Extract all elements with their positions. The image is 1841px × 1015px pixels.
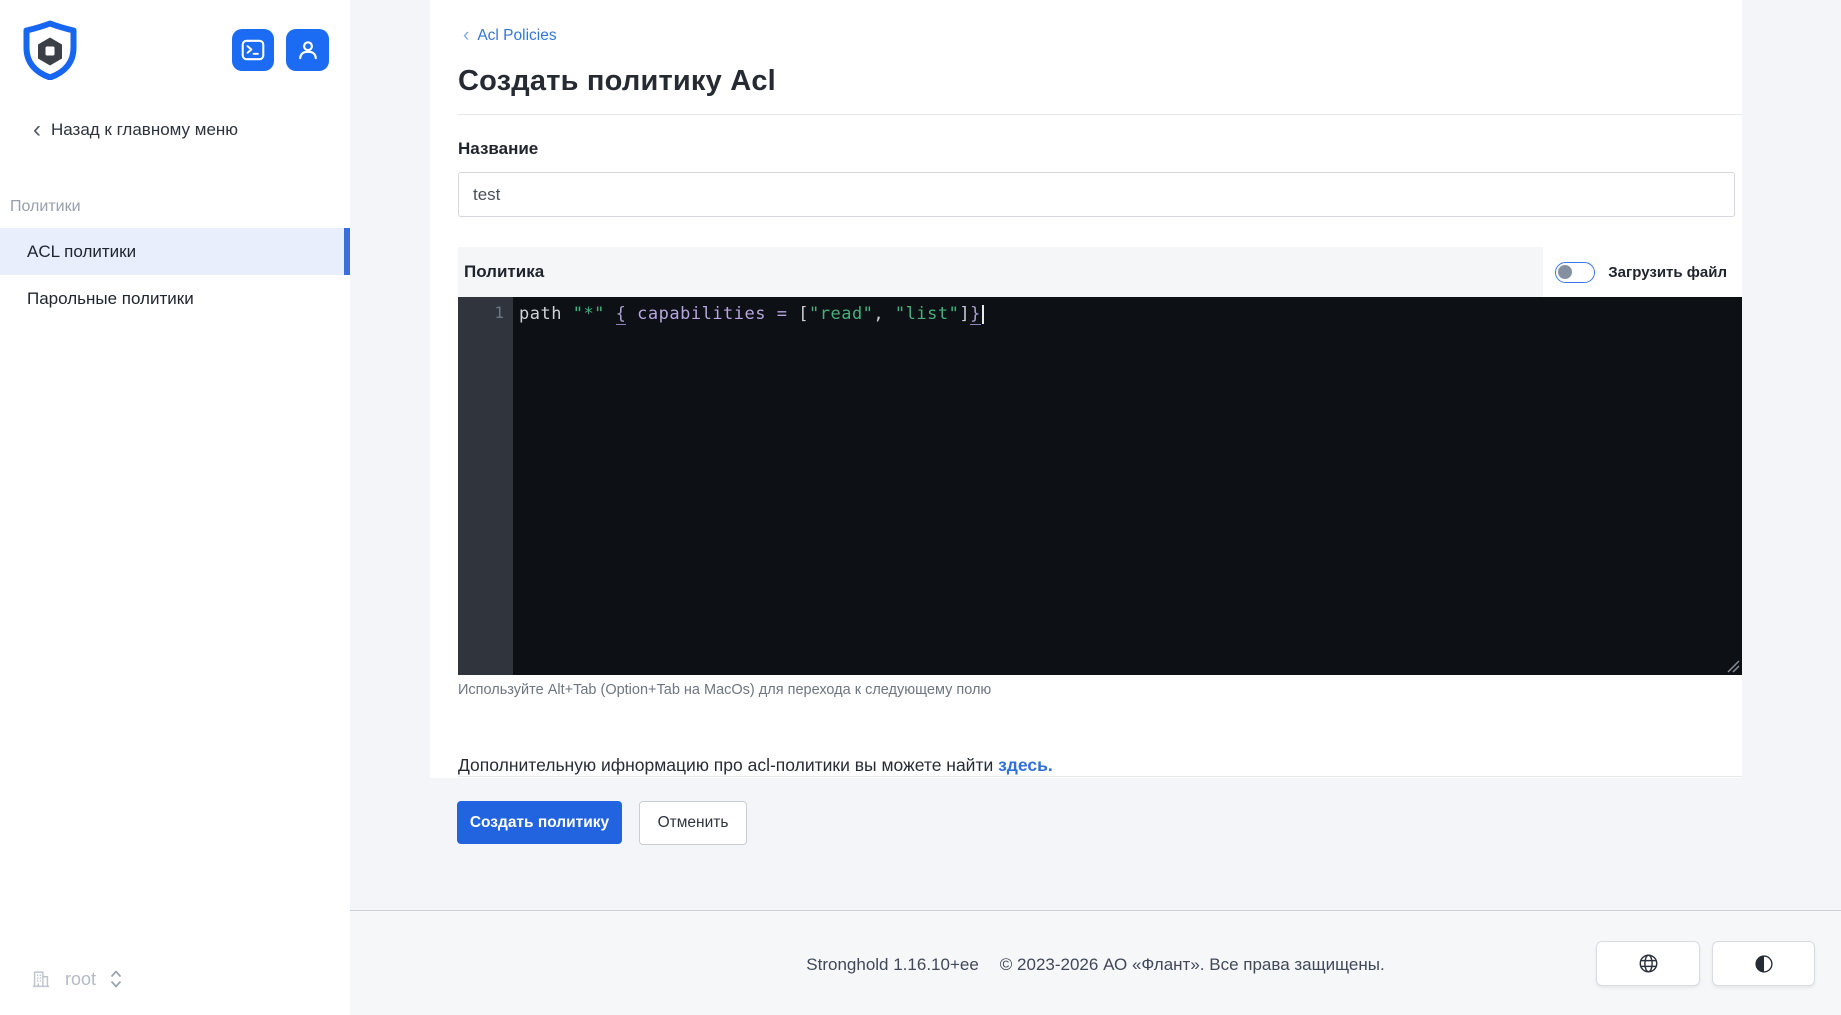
upload-file-toggle[interactable] <box>1555 261 1596 283</box>
footer-text: Stronghold 1.16.10+ee © 2023-2026 АО «Фла… <box>806 955 1384 975</box>
sidebar-item-password-policies[interactable]: Парольные политики <box>0 275 350 322</box>
nav-item-label: ACL политики <box>27 241 137 261</box>
code-token: , <box>873 304 885 324</box>
editor-resize-handle[interactable] <box>1727 660 1740 673</box>
code-token: = <box>776 304 788 324</box>
terminal-console-button[interactable] <box>232 29 274 71</box>
code-token: capabilities <box>637 304 766 324</box>
divider <box>458 776 1742 777</box>
create-policy-button[interactable]: Создать политику <box>457 801 622 844</box>
back-to-main-menu-link[interactable]: ‹ Назад к главному меню <box>33 116 239 143</box>
half-circle-contrast-icon <box>1754 954 1773 973</box>
chevron-left-icon: ‹ <box>33 116 41 143</box>
main-content: ‹ Acl Policies Создать политику Acl Назв… <box>350 0 1841 1015</box>
toggle-knob <box>1558 264 1573 279</box>
user-menu-button[interactable] <box>286 29 329 71</box>
breadcrumb: ‹ Acl Policies <box>463 25 557 46</box>
diagonal-resize-grip-icon <box>1727 660 1740 673</box>
language-button[interactable] <box>1596 941 1700 986</box>
cancel-button[interactable]: Отменить <box>639 801 747 845</box>
app-root: ‹ Назад к главному меню Политики ACL пол… <box>0 0 1841 1015</box>
breadcrumb-acl-policies-link[interactable]: Acl Policies <box>477 27 556 45</box>
code-token: path <box>519 304 562 324</box>
user-icon <box>298 41 317 60</box>
footer: Stronghold 1.16.10+ee © 2023-2026 АО «Фла… <box>350 910 1841 1015</box>
back-link-label: Назад к главному меню <box>51 120 239 139</box>
code-line-content: path "*" { capabilities = ["read", "list… <box>519 304 981 325</box>
code-token: "list" <box>894 304 960 324</box>
policy-section: Политика Загрузить файл 1 path "*" { cap… <box>458 247 1742 675</box>
code-token: } <box>970 304 981 325</box>
text-cursor <box>981 305 984 324</box>
chevron-left-icon: ‹ <box>463 25 470 46</box>
terminal-icon <box>241 39 265 61</box>
info-text: Дополнительную ифнормацию про acl-полити… <box>458 755 1053 776</box>
chevron-up-down-icon <box>111 970 121 988</box>
code-token: { <box>615 304 627 325</box>
code-token: "*" <box>572 304 605 324</box>
editor-hint-text: Используйте Alt+Tab (Option+Tab на MacOs… <box>458 682 992 698</box>
copyright-text: © 2023-2026 АО «Флант». Все права защище… <box>999 955 1385 974</box>
policy-editor-toolbar: Политика Загрузить файл <box>458 247 1742 297</box>
policy-code-editor: 1 path "*" { capabilities = ["read", "li… <box>458 297 1742 675</box>
globe-icon <box>1639 954 1657 973</box>
name-field-label: Название <box>458 139 539 158</box>
info-text-body: Дополнительную ифнормацию про acl-полити… <box>458 754 999 775</box>
namespace-label: root <box>65 968 97 989</box>
line-number: 1 <box>494 303 504 322</box>
code-token: ] <box>959 304 971 324</box>
sidebar: ‹ Назад к главному меню Политики ACL пол… <box>0 0 350 1015</box>
editor-gutter: 1 <box>458 297 513 675</box>
info-here-link[interactable]: здесь. <box>998 755 1053 775</box>
theme-contrast-button[interactable] <box>1712 941 1815 986</box>
nav-item-label: Парольные политики <box>27 288 194 308</box>
app-version: Stronghold 1.16.10+ee <box>806 955 979 974</box>
shield-hexagon-icon <box>23 20 77 81</box>
building-icon <box>32 971 50 988</box>
code-token: "read" <box>809 304 874 324</box>
policy-field-label: Политика <box>464 262 545 281</box>
form-card: ‹ Acl Policies Создать политику Acl Назв… <box>430 0 1742 778</box>
sidebar-item-acl-policies[interactable]: ACL политики <box>0 228 350 275</box>
nav-section-label: Политики <box>10 198 81 215</box>
divider <box>458 114 1742 115</box>
page-title: Создать политику Acl <box>458 65 776 97</box>
sidebar-nav: ACL политики Парольные политики <box>0 228 350 322</box>
upload-file-label: Загрузить файл <box>1608 263 1727 281</box>
editor-code-area[interactable]: path "*" { capabilities = ["read", "list… <box>513 297 1742 675</box>
namespace-picker[interactable]: root <box>30 967 123 991</box>
upload-file-control: Загрузить файл <box>1543 247 1742 297</box>
app-logo[interactable] <box>23 20 77 81</box>
code-token: [ <box>798 304 809 324</box>
policy-name-input[interactable] <box>458 172 1735 217</box>
